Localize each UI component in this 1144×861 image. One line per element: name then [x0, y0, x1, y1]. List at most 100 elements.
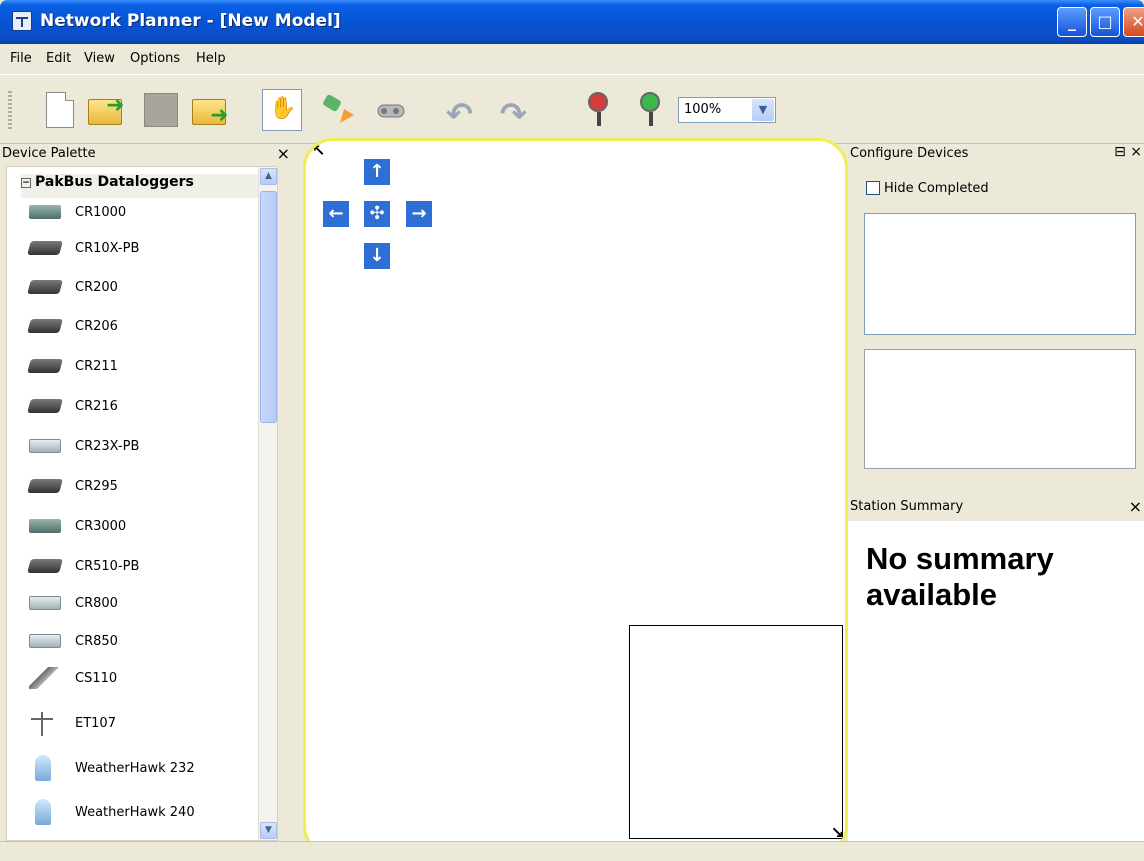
close-button[interactable]: ✕: [1123, 7, 1144, 37]
maximize-icon: □: [1097, 12, 1113, 31]
config-header: Configure Devices ⊟ ×: [848, 144, 1144, 166]
collapse-icon[interactable]: −: [21, 178, 31, 188]
status-bar: [0, 841, 1144, 861]
device-icon: [29, 596, 61, 610]
device-icon: [29, 667, 61, 689]
add-link-button[interactable]: [318, 89, 358, 131]
summary-text: No summary available: [866, 541, 1054, 612]
palette-item-label: CR206: [75, 319, 118, 334]
menu-file[interactable]: File: [10, 51, 32, 66]
undo-button[interactable]: ↶: [444, 89, 484, 133]
palette-item-label: CR850: [75, 634, 118, 649]
palette-item[interactable]: CR295: [21, 475, 271, 505]
zoom-out-icon: [588, 92, 608, 126]
menu-view[interactable]: View: [84, 51, 115, 66]
pan-down-button[interactable]: ↓: [364, 243, 390, 269]
redo-button[interactable]: ↷: [498, 89, 538, 133]
palette-item[interactable]: CR206: [21, 315, 271, 345]
pan-tool-button[interactable]: ✋: [262, 89, 302, 131]
menu-edit[interactable]: Edit: [46, 51, 71, 66]
resize-arrow-icon: ↖: [312, 141, 326, 160]
scroll-up-icon[interactable]: ▲: [260, 168, 277, 185]
palette-item[interactable]: CR800: [21, 592, 271, 622]
summary-header: Station Summary ×: [848, 495, 1144, 521]
zoom-in-button[interactable]: [630, 89, 670, 131]
zoom-in-icon: [640, 92, 660, 126]
title-bar: Network Planner - [New Model] _ □ ✕: [0, 0, 1144, 44]
redo-icon: ↷: [500, 95, 527, 133]
palette-item-label: CR3000: [75, 519, 127, 534]
pan-center-button[interactable]: ✣: [364, 201, 390, 227]
menu-options[interactable]: Options: [130, 51, 180, 66]
config-controls[interactable]: ⊟ ×: [1114, 144, 1142, 160]
minimap[interactable]: ↘: [629, 625, 844, 842]
menu-help[interactable]: Help: [196, 51, 226, 66]
palette-item[interactable]: CR10X-PB: [21, 237, 271, 267]
chevron-down-icon[interactable]: ▼: [752, 99, 774, 121]
resize-handle-icon[interactable]: ↘: [831, 823, 844, 842]
open-button[interactable]: ➜: [86, 89, 126, 131]
palette-item[interactable]: ET107: [21, 712, 271, 742]
palette-item[interactable]: CR211: [21, 355, 271, 385]
palette-title: Device Palette: [2, 146, 96, 161]
model-canvas[interactable]: ↖ ↑ ← ✣ → ↓ ↘: [303, 138, 848, 856]
device-icon: [27, 241, 63, 255]
toolbar: ➜ ➜ ✋ ↶ ↷ 100% ▼: [0, 74, 1144, 144]
group-label: PakBus Dataloggers: [35, 174, 194, 190]
device-icon: [27, 559, 63, 573]
device-icon: [29, 205, 61, 219]
palette-item[interactable]: CR3000: [21, 515, 271, 545]
connect-button[interactable]: [370, 89, 410, 131]
scroll-down-icon[interactable]: ▼: [260, 822, 277, 839]
palette-list: − PakBus Dataloggers CR1000 CR10X-PB CR200 C…: [6, 166, 278, 841]
minimize-icon: _: [1068, 12, 1076, 31]
palette-item[interactable]: WeatherHawk 232: [21, 755, 271, 787]
device-detail-box[interactable]: [864, 349, 1136, 469]
hide-completed-label[interactable]: Hide Completed: [884, 181, 989, 196]
palette-item-label: CR510-PB: [75, 559, 140, 574]
palette-item[interactable]: CR23X-PB: [21, 435, 271, 465]
palette-item[interactable]: CR1000: [21, 201, 271, 231]
palette-item-label: CR216: [75, 399, 118, 414]
group-header[interactable]: − PakBus Dataloggers: [21, 174, 271, 198]
zoom-select[interactable]: 100% ▼: [678, 97, 776, 123]
close-icon: ✕: [1131, 12, 1144, 31]
pan-up-button[interactable]: ↑: [364, 159, 390, 185]
palette-item[interactable]: CS110: [21, 667, 271, 697]
configure-devices-panel: Configure Devices ⊟ × Hide Completed: [848, 144, 1144, 492]
palette-close-icon[interactable]: ×: [277, 144, 290, 163]
palette-item[interactable]: CR850: [21, 630, 271, 660]
palette-item[interactable]: CR510-PB: [21, 555, 271, 585]
zoom-out-button[interactable]: [578, 89, 618, 131]
device-icon: [27, 399, 63, 413]
device-icon: [35, 799, 51, 825]
minimize-button[interactable]: _: [1057, 7, 1087, 37]
device-icon: [27, 479, 63, 493]
palette-scrollbar[interactable]: ▲ ▼: [258, 167, 277, 840]
app-icon: [12, 11, 32, 31]
palette-header: Device Palette ×: [0, 144, 300, 166]
palette-item-label: CR10X-PB: [75, 241, 140, 256]
palette-item-label: WeatherHawk 232: [75, 761, 195, 776]
save-icon: [144, 93, 178, 127]
export-button[interactable]: ➜: [190, 89, 230, 131]
palette-item[interactable]: WeatherHawk 240: [21, 799, 271, 831]
summary-title: Station Summary: [850, 499, 964, 514]
devices-list[interactable]: [864, 213, 1136, 335]
zoom-value: 100%: [684, 102, 722, 117]
toolbar-grip[interactable]: [8, 91, 12, 129]
maximize-button[interactable]: □: [1090, 7, 1120, 37]
save-button[interactable]: [140, 89, 180, 131]
pan-left-button[interactable]: ←: [323, 201, 349, 227]
pan-right-button[interactable]: →: [406, 201, 432, 227]
summary-close-icon[interactable]: ×: [1129, 497, 1142, 516]
palette-item[interactable]: CR216: [21, 395, 271, 425]
scroll-thumb[interactable]: [260, 191, 277, 423]
hide-completed-checkbox[interactable]: [866, 181, 880, 195]
menu-bar: File Edit View Options Help: [0, 44, 1144, 74]
palette-item[interactable]: CR200: [21, 276, 271, 306]
palette-item-label: CR211: [75, 359, 118, 374]
palette-item-label: CS110: [75, 671, 118, 686]
new-button[interactable]: [40, 89, 80, 131]
connect-icon: [377, 104, 405, 118]
